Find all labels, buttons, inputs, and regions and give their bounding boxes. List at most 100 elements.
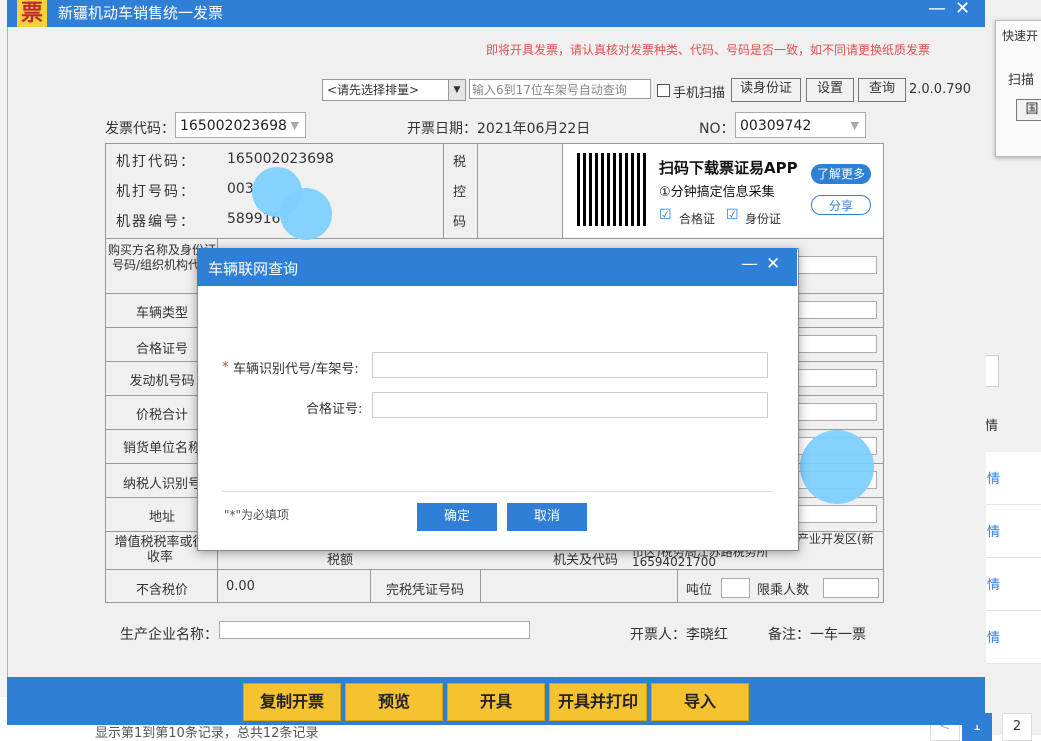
dialog-divider [222,491,772,492]
window-title: 新疆机动车销售统一发票 [58,4,224,22]
chevron-down-icon: ▼ [850,119,859,132]
invoice-code-select[interactable]: 165002023698 ▼ [175,112,306,138]
invoice-no-label: NO： [699,121,735,137]
dev-zone-text: 产业开发区(新 [797,532,874,546]
redaction-blob [280,188,332,240]
page-2-button[interactable]: 2 [1002,713,1032,741]
share-button[interactable]: 分享 [811,195,871,215]
vin-input[interactable] [372,352,768,378]
invoice-code-label: 发票代码： [105,121,175,137]
required-marker: * [222,360,229,375]
mobile-scan-label: 手机扫描 [673,86,726,101]
pre-tax-value: 0.00 [226,579,255,594]
duty-cert-label: 完税凭证号码 [386,583,465,598]
machine-serial-label: 机器编号： [116,214,196,230]
mobile-scan-checkbox[interactable] [657,84,670,97]
dialog-close-button[interactable]: ✕ [766,254,780,274]
machine-number-label: 机打号码： [116,184,196,200]
minimize-button[interactable]: — [928,0,946,19]
check-icon: ☑ [659,207,672,223]
ad-title: 扫码下载票证易APP [659,159,798,177]
query-button[interactable]: 查询 [858,78,906,102]
issue-and-print-button[interactable]: 开具并打印 [549,683,647,721]
settings-button[interactable]: 设置 [806,78,854,102]
issue-button[interactable]: 开具 [447,683,545,721]
background-table-row: 情 [985,611,1041,664]
dialog-title: 车辆联网查询 [208,260,299,278]
grid-divider [105,569,884,570]
detail-link[interactable]: 情 [987,574,1000,593]
import-button[interactable]: 导入 [651,683,749,721]
background-input[interactable] [985,355,999,387]
check-icon: ☑ [726,207,739,223]
qr-code-icon [577,153,647,226]
vat-rate-label: 增值税税率或征收率 [114,535,206,565]
invoice-no-select[interactable]: 00309742 ▼ [735,112,866,138]
vin-search-input[interactable]: 输入6到17位车架号自动查询 [469,79,651,99]
tax-office-code: 16594021700 [632,555,716,569]
grid-divider [370,569,371,603]
preview-button[interactable]: 预览 [345,683,443,721]
ad-id-label: 身份证 [745,212,782,226]
dialog-ok-button[interactable]: 确定 [417,503,497,531]
copy-issue-button[interactable]: 复制开票 [243,683,341,721]
tax-amount-label: 税额 [327,553,354,568]
tax-control-char: 码 [453,215,467,230]
dialog-cancel-button[interactable]: 取消 [507,503,587,531]
grid-divider [443,143,444,238]
tonnage-input[interactable] [721,578,750,598]
close-button[interactable]: ✕ [955,0,970,19]
required-note: "*"为必填项 [224,508,290,522]
ad-subtitle: ①分钟搞定信息采集 [659,185,775,200]
grid-divider [477,143,478,238]
passenger-label: 限乘人数 [757,583,810,598]
chevron-down-icon: ▼ [290,119,299,132]
warning-text: 即将开具发票，请认真核对发票种类、代码、号码是否一致，如不同请更换纸质发票 [486,43,931,57]
quick-issue-panel: 快速开 扫描 国 [995,20,1041,157]
invoice-code-value: 165002023698 [180,118,287,134]
machine-number-value: 003 [227,181,254,197]
remark-text: 备注：一车一票 [768,627,866,643]
total-input[interactable] [797,403,877,421]
detail-link[interactable]: 情 [987,468,1000,487]
dialog-cert-input[interactable] [372,392,768,418]
displacement-select-value: <请先选择排量> [327,83,420,97]
background-table-row: 情 [985,558,1041,611]
quick-issue-title: 快速开 [1002,29,1039,43]
tax-control-char: 控 [453,185,467,200]
vehicle-input[interactable] [797,301,877,319]
read-id-button[interactable]: 读身份证 [731,78,801,102]
buyer-input[interactable] [797,256,877,274]
detail-link[interactable]: 情 [987,627,1000,646]
certificate-input[interactable] [797,335,877,353]
column-header: 情 [985,419,999,434]
background-table-row: 情 [985,452,1041,505]
version-text: 2.0.0.790 [909,82,972,97]
engine-input[interactable] [797,369,877,387]
detail-link[interactable]: 情 [987,521,1000,540]
displacement-select[interactable]: <请先选择排量> ▼ [322,79,466,101]
scan-label: 扫描 [1008,73,1035,88]
invoice-no-value: 00309742 [740,118,812,134]
grid-divider [105,238,884,239]
manufacturer-label: 生产企业名称： [120,627,218,643]
issue-date: 开票日期：2021年06月22日 [407,121,591,137]
machine-code-label: 机打代码： [116,154,196,170]
country-button[interactable]: 国 [1016,99,1041,121]
background-table-row: 情 [985,505,1041,558]
chevron-down-icon: ▼ [448,80,465,100]
dialog-cert-label: 合格证号: [306,402,363,417]
pre-tax-label: 不含税价 [135,583,188,598]
vin-label: 车辆识别代号/车架号: [233,362,359,377]
drawer-text: 开票人：李晓红 [630,627,728,643]
dialog-minimize-button[interactable]: — [741,254,758,274]
manufacturer-input[interactable] [219,621,530,639]
passenger-input[interactable] [823,578,879,598]
address-input[interactable] [797,505,877,523]
ad-cert-label: 合格证 [679,212,716,226]
tax-control-char: 税 [453,155,467,170]
redaction-blob [800,430,874,504]
tonnage-label: 吨位 [686,583,713,598]
grid-divider [677,569,678,603]
learn-more-button[interactable]: 了解更多 [811,164,871,184]
